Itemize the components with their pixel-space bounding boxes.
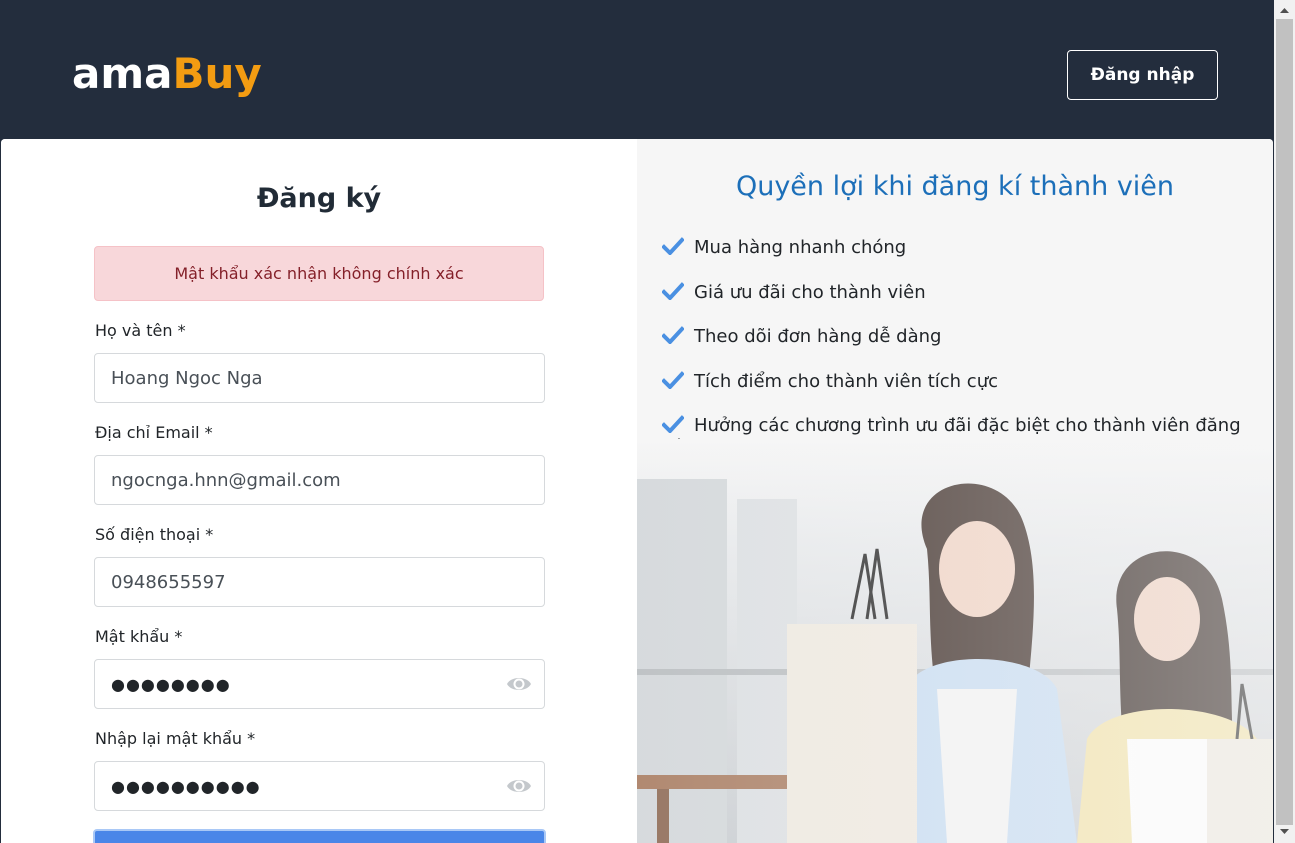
register-card: Đăng ký Mật khẩu xác nhận không chính xá… [1,139,1273,843]
scroll-up-arrow-icon[interactable] [1274,2,1295,19]
vertical-scrollbar[interactable] [1274,0,1295,843]
page: amaBuy Đăng nhập Đăng ký Mật khẩu xác nh… [0,0,1274,843]
benefit-text: Mua hàng nhanh chóng [694,237,907,258]
eye-icon[interactable] [506,673,532,695]
password-field[interactable] [94,659,545,709]
login-button[interactable]: Đăng nhập [1067,50,1218,100]
confirm-password-label: Nhập lại mật khẩu * [95,729,256,748]
check-icon [662,326,684,344]
email-field[interactable] [94,455,545,505]
benefit-text: Theo dõi đơn hàng dễ dàng [694,326,942,347]
password-input[interactable] [95,660,544,708]
header: amaBuy Đăng nhập [0,0,1274,139]
benefits-title: Quyền lợi khi đăng kí thành viên [735,171,1175,202]
shopping-women-photo [637,439,1273,843]
fullname-label: Họ và tên * [95,321,186,340]
phone-label: Số điện thoại * [95,525,214,544]
benefit-item: Tích điểm cho thành viên tích cực [662,371,1247,393]
benefit-item: Giá ưu đãi cho thành viên [662,282,1247,304]
email-label: Địa chỉ Email * [95,423,213,442]
check-icon [662,281,684,300]
check-icon [662,237,684,255]
register-form-panel: Đăng ký Mật khẩu xác nhận không chính xá… [1,139,637,843]
error-alert: Mật khẩu xác nhận không chính xác [94,246,544,301]
fullname-field[interactable] [94,353,545,403]
phone-field[interactable] [94,557,545,607]
fullname-input[interactable] [95,354,544,402]
eye-icon[interactable] [506,775,532,797]
benefit-text: Tích điểm cho thành viên tích cực [694,370,998,392]
scroll-down-arrow-icon[interactable] [1274,824,1295,841]
scrollbar-thumb[interactable] [1276,19,1293,825]
check-icon [662,370,684,389]
password-label: Mật khẩu * [95,627,183,646]
logo[interactable]: amaBuy [72,46,262,102]
confirm-password-input[interactable] [95,762,544,810]
form-title: Đăng ký [256,183,382,214]
logo-text-buy: Buy [172,49,262,98]
phone-input[interactable] [95,558,544,606]
confirm-password-field[interactable] [94,761,545,811]
check-icon [662,415,684,433]
benefits-panel: Quyền lợi khi đăng kí thành viên Mua hàn… [637,139,1273,843]
benefit-text: Giá ưu đãi cho thành viên [694,281,926,303]
benefit-item: Mua hàng nhanh chóng [662,237,1247,259]
email-input[interactable] [95,456,544,504]
register-button[interactable] [93,829,546,843]
logo-text-ama: ama [72,49,173,98]
benefit-item: Theo dõi đơn hàng dễ dàng [662,326,1247,348]
